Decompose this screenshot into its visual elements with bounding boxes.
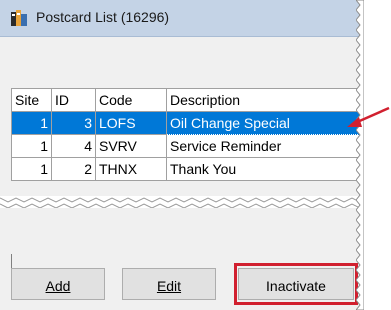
column-header-code[interactable]: Code (95, 88, 167, 112)
cell-code: THNX (95, 157, 167, 181)
cell-site: 1 (11, 134, 52, 158)
pointer-arrow-icon (347, 106, 390, 127)
column-header-description[interactable]: Description (166, 88, 360, 112)
edit-button[interactable]: Edit (122, 268, 216, 300)
cell-code: LOFS (95, 111, 167, 135)
table-row[interactable]: 1 4 SVRV Service Reminder (11, 134, 360, 158)
postcard-table: Site ID Code Description 1 3 LOFS Oil Ch… (11, 88, 360, 181)
column-header-id[interactable]: ID (51, 88, 96, 112)
table-row[interactable]: 1 3 LOFS Oil Change Special (11, 111, 360, 135)
window-title: Postcard List (16296) (36, 9, 170, 25)
cell-id: 2 (51, 157, 96, 181)
torn-edge-divider (0, 196, 360, 208)
cell-site: 1 (11, 111, 52, 135)
add-button[interactable]: Add (11, 268, 105, 300)
inactivate-highlight-box (234, 263, 358, 305)
table-header-row: Site ID Code Description (11, 88, 360, 112)
postcard-list-window: Postcard List (16296) Site ID Code Descr… (0, 0, 360, 310)
cell-description: Thank You (166, 157, 360, 181)
edit-button-label: Edit (156, 278, 182, 294)
app-icon (11, 10, 27, 26)
cell-code: SVRV (95, 134, 167, 158)
cell-site: 1 (11, 157, 52, 181)
column-header-site[interactable]: Site (11, 88, 52, 112)
cell-description: Oil Change Special (166, 111, 360, 135)
table-row[interactable]: 1 2 THNX Thank You (11, 157, 360, 181)
title-bar[interactable]: Postcard List (16296) (0, 0, 360, 37)
cell-id: 3 (51, 111, 96, 135)
cell-id: 4 (51, 134, 96, 158)
cell-description: Service Reminder (166, 134, 360, 158)
torn-edge-right (356, 0, 364, 310)
add-button-label: Add (45, 278, 71, 294)
